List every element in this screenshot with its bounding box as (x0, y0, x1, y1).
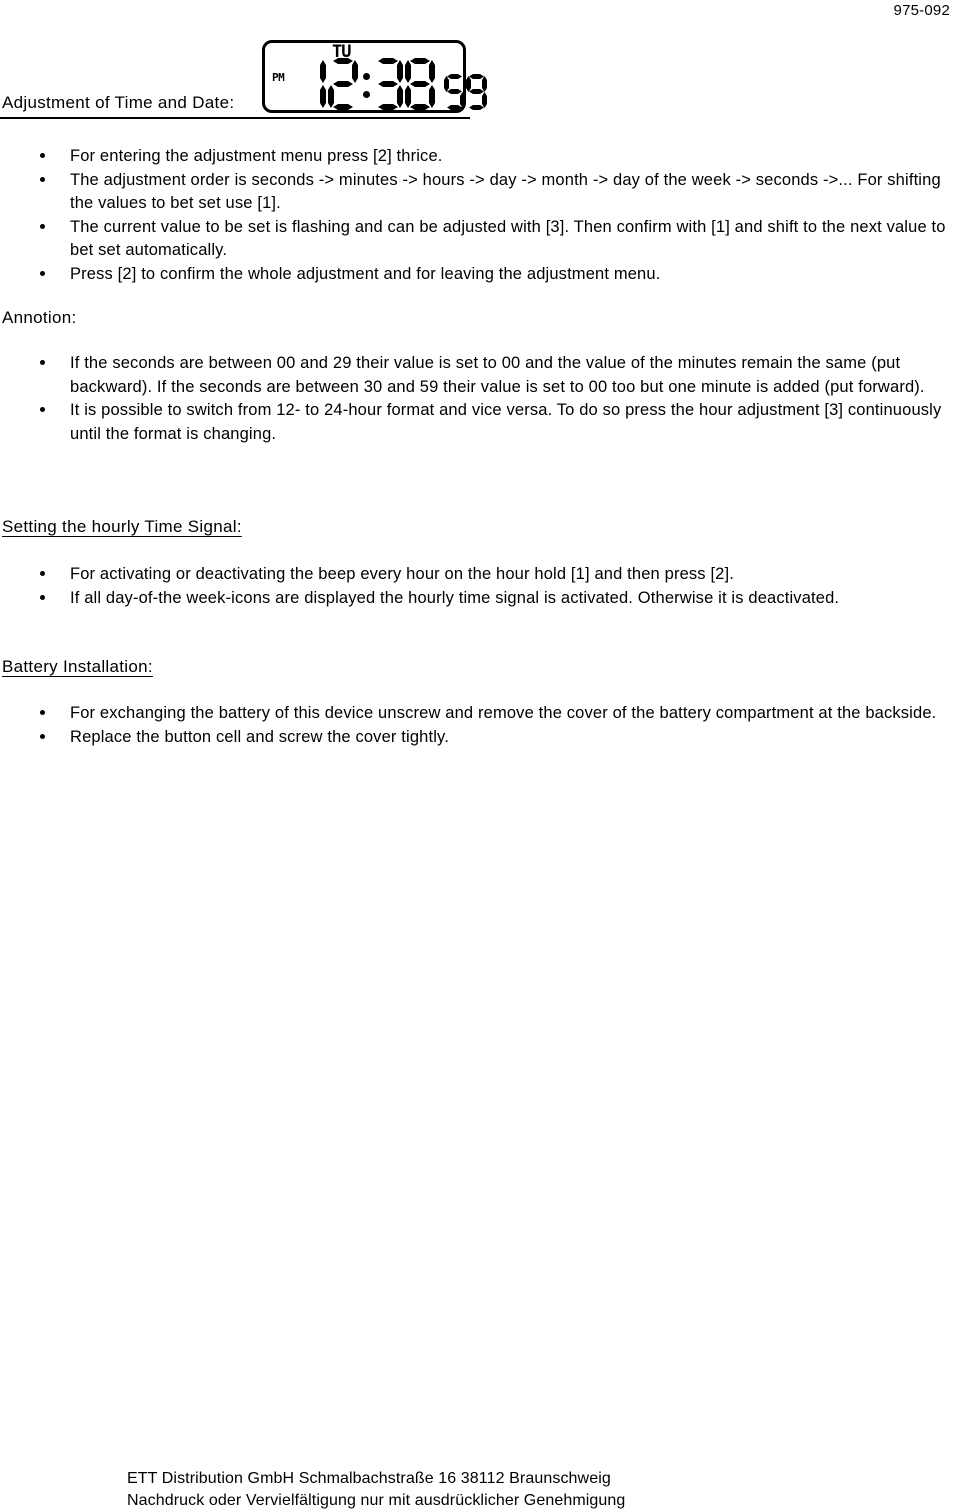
list-item: For activating or deactivating the beep … (0, 563, 960, 587)
list-item: If all day-of-the week-icons are display… (0, 587, 960, 611)
list-item-text: The adjustment order is seconds -> minut… (70, 170, 941, 213)
footer-address-line: ETT Distribution GmbH Schmalbachstraße 1… (127, 1470, 611, 1487)
lcd-digit-minute-tens (373, 58, 403, 110)
bullet-dot-icon (40, 594, 45, 600)
footer-copyright-line: Nachdruck oder Vervielfältigung nur mit … (127, 1492, 626, 1509)
bullet-dot-icon (40, 407, 45, 412)
list-item: Replace the button cell and screw the co… (0, 726, 960, 750)
bullet-dot-icon (40, 153, 45, 158)
list-item: If the seconds are between 00 and 29 the… (0, 352, 960, 399)
list-item-text: Press [2] to confirm the whole adjustmen… (70, 264, 661, 283)
heading-setting-the-hourly-time-signal: Setting the hourly Time Signal: (2, 517, 242, 536)
bullet-dot-icon (40, 270, 45, 276)
bullet-dot-icon (40, 360, 45, 365)
lcd-meridiem-indicator: PM (272, 71, 285, 84)
bullet-dot-icon (40, 176, 45, 182)
lcd-digit-hour-tens (296, 58, 326, 110)
heading-adjustment-underline (0, 117, 470, 119)
heading-battery-installation: Battery Installation: (2, 657, 153, 676)
lcd-digit-second-ones (466, 74, 487, 110)
bullet-dot-icon (40, 223, 45, 229)
lcd-digit-row (296, 56, 488, 110)
list-item-text: It is possible to switch from 12- to 24-… (70, 401, 942, 443)
page-footer: ETT Distribution GmbH Schmalbachstraße 1… (127, 1468, 827, 1512)
lcd-display-figure: TU PM (262, 40, 466, 113)
annotion-bullet-list: If the seconds are between 00 and 29 the… (0, 352, 960, 446)
heading-adjustment-of-time-and-date: Adjustment of Time and Date: (2, 93, 235, 112)
lcd-digit-hour-ones (328, 58, 358, 110)
list-item: The current value to be set is flashing … (0, 216, 960, 263)
document-page: 975-092 TU PM Adjustment of Time and Dat… (0, 0, 960, 1512)
page-number: 975-092 (893, 2, 950, 19)
list-item: Press [2] to confirm the whole adjustmen… (0, 263, 960, 287)
list-item-text: For exchanging the battery of this devic… (70, 704, 937, 722)
list-item-text: For entering the adjustment menu press [… (70, 147, 443, 165)
bullet-dot-icon (40, 710, 45, 715)
lcd-colon-separator (360, 58, 373, 110)
label-annotion: Annotion: (2, 308, 77, 327)
list-item: It is possible to switch from 12- to 24-… (0, 399, 960, 446)
lcd-digit-second-tens (444, 74, 465, 110)
list-item-text: For activating or deactivating the beep … (70, 565, 734, 583)
list-item-text: Replace the button cell and screw the co… (70, 727, 449, 746)
list-item-text: The current value to be set is flashing … (70, 217, 946, 260)
battery-bullet-list: For exchanging the battery of this devic… (0, 702, 960, 749)
bullet-dot-icon (40, 571, 45, 576)
list-item: For exchanging the battery of this devic… (0, 702, 960, 726)
list-item: For entering the adjustment menu press [… (0, 145, 960, 169)
list-item: The adjustment order is seconds -> minut… (0, 169, 960, 216)
list-item-text: If the seconds are between 00 and 29 the… (70, 354, 925, 396)
hourly-signal-bullet-list: For activating or deactivating the beep … (0, 563, 960, 610)
bullet-dot-icon (40, 733, 45, 739)
list-item-text: If all day-of-the week-icons are display… (70, 588, 840, 607)
lcd-digit-minute-ones (405, 58, 435, 110)
adjustment-bullet-list: For entering the adjustment menu press [… (0, 145, 960, 286)
